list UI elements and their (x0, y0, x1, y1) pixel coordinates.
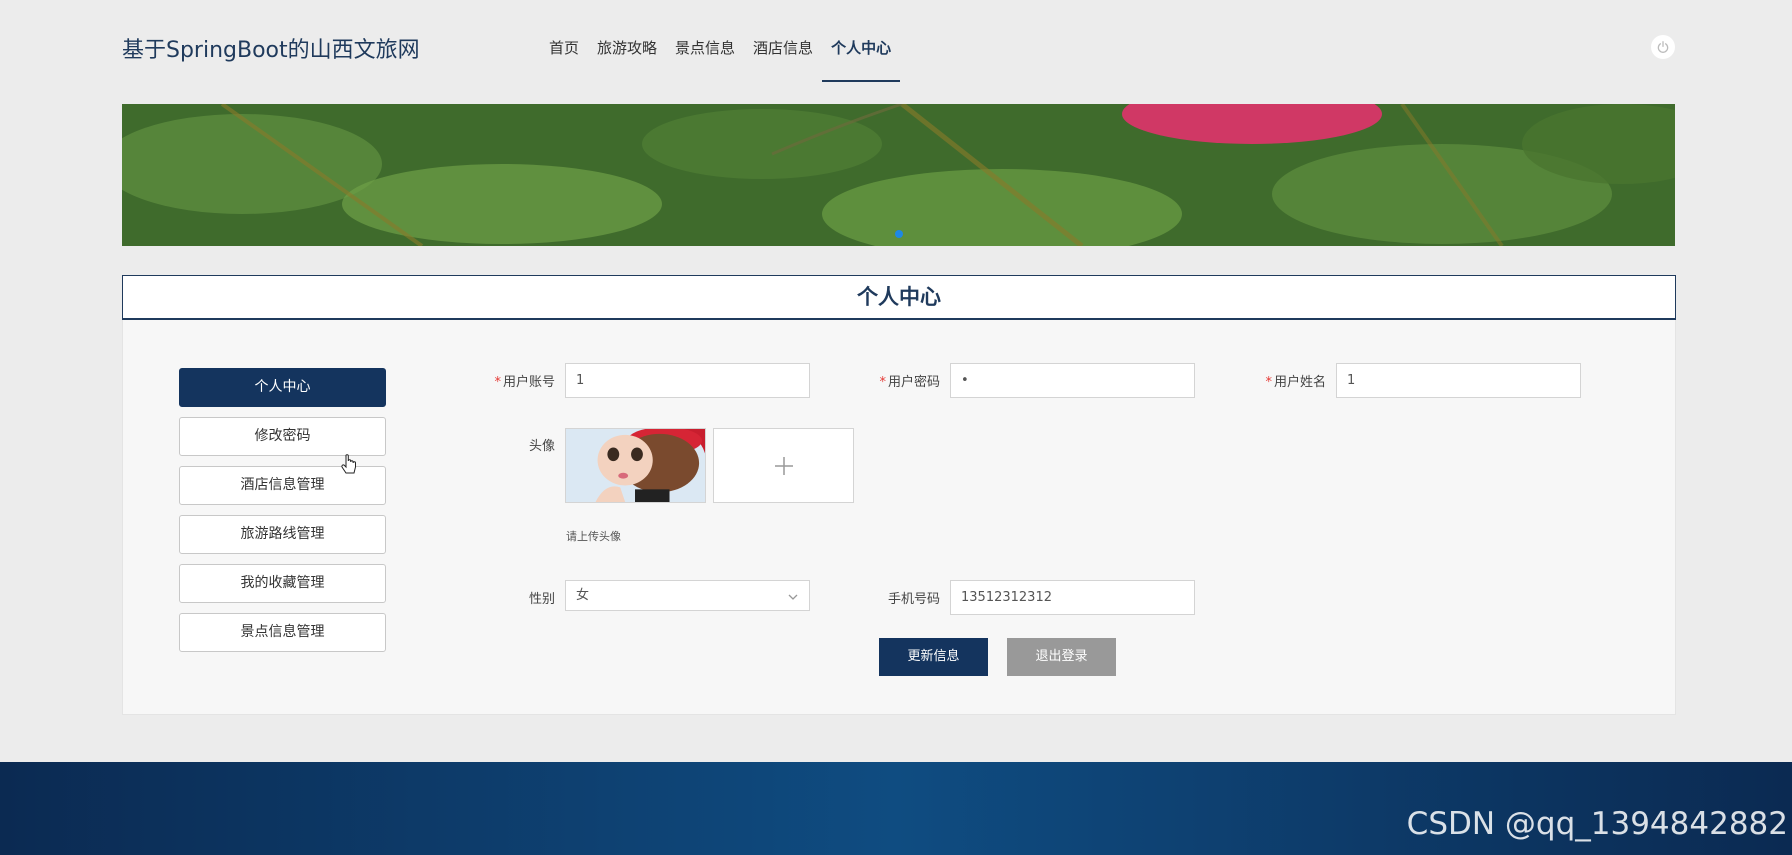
avatar-label: 头像 (528, 439, 555, 454)
logout-power-button[interactable] (1651, 35, 1675, 59)
sidebar-item-favorites-management[interactable]: 我的收藏管理 (179, 564, 386, 603)
name-input[interactable]: 1 (1336, 363, 1581, 398)
avatar-upload-button[interactable] (713, 428, 854, 503)
nav-personal-center[interactable]: 个人中心 (822, 0, 901, 82)
main-nav: 首页 旅游攻略 景点信息 酒店信息 个人中心 (540, 0, 901, 82)
account-input[interactable]: 1 (565, 363, 810, 398)
nav-attractions[interactable]: 景点信息 (666, 0, 744, 82)
chevron-down-icon (788, 594, 798, 600)
gender-value: 女 (576, 588, 590, 603)
password-input[interactable]: • (950, 363, 1195, 398)
update-info-button[interactable]: 更新信息 (879, 638, 988, 676)
gender-label: 性别 (528, 592, 555, 607)
nav-travel-guides[interactable]: 旅游攻略 (588, 0, 666, 82)
section-title: 个人中心 (122, 275, 1676, 320)
phone-input[interactable]: 13512312312 (950, 580, 1195, 615)
nav-hotels[interactable]: 酒店信息 (744, 0, 822, 82)
avatar-hint: 请上传头像 (566, 530, 621, 543)
plus-icon (774, 456, 793, 475)
gender-select[interactable]: 女 (565, 580, 810, 611)
banner-image (122, 104, 1675, 246)
power-icon (1657, 41, 1669, 53)
hand-cursor-icon (341, 454, 356, 474)
phone-label: 手机号码 (887, 592, 940, 607)
sidebar-item-personal-center[interactable]: 个人中心 (179, 368, 386, 407)
carousel-indicator-dot[interactable] (895, 230, 903, 238)
sidebar-item-attraction-management[interactable]: 景点信息管理 (179, 613, 386, 652)
watermark-text: CSDN @qq_1394842882 (1406, 806, 1788, 842)
site-title: 基于SpringBoot的山西文旅网 (122, 38, 420, 63)
top-bar: 基于SpringBoot的山西文旅网 首页 旅游攻略 景点信息 酒店信息 个人中… (0, 0, 1792, 100)
logout-button[interactable]: 退出登录 (1007, 638, 1116, 676)
banner-carousel[interactable] (122, 104, 1675, 246)
nav-home[interactable]: 首页 (540, 0, 588, 82)
sidebar-item-change-password[interactable]: 修改密码 (179, 417, 386, 456)
name-label: * 用户姓名 (1265, 375, 1326, 390)
sidebar-item-route-management[interactable]: 旅游路线管理 (179, 515, 386, 554)
avatar-image (565, 428, 706, 503)
password-label: * 用户密码 (879, 375, 940, 390)
account-label: * 用户账号 (494, 375, 555, 390)
